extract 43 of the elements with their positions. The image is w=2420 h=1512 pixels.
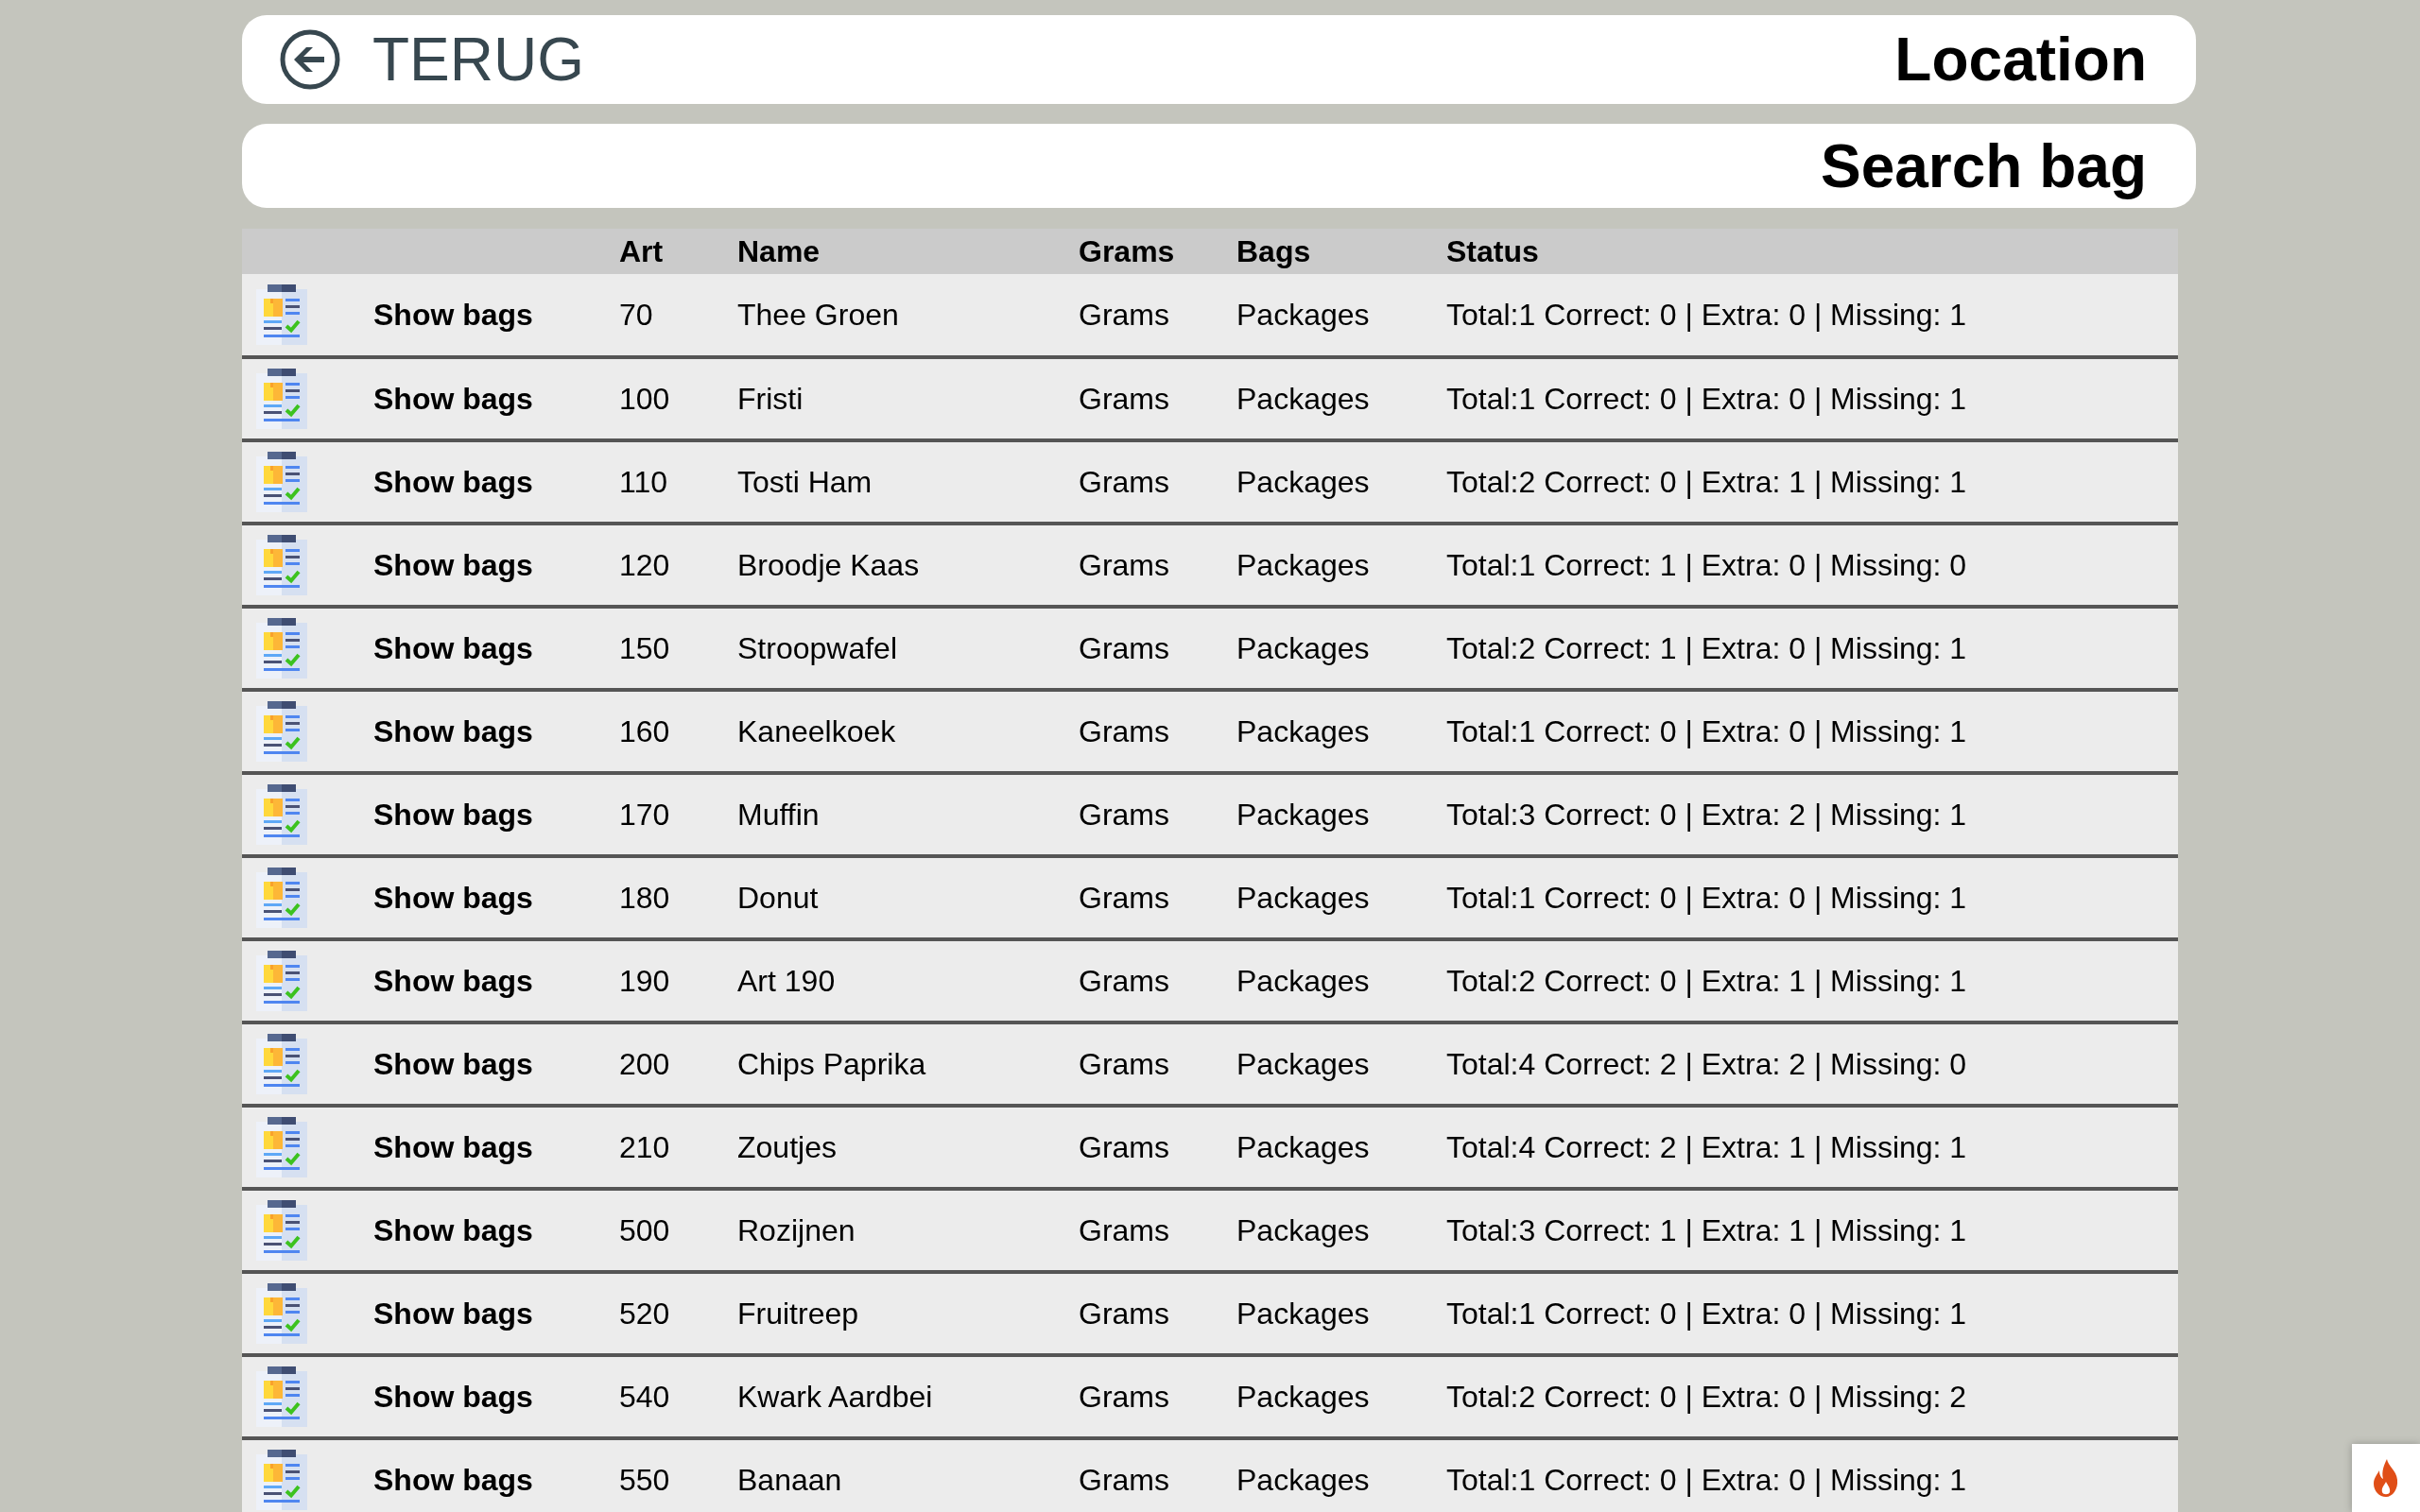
show-bags-link[interactable]: Show bags <box>373 1380 533 1414</box>
clipboard-check-icon <box>256 284 307 345</box>
clipboard-check-icon <box>256 1200 307 1261</box>
show-bags-link[interactable]: Show bags <box>373 382 533 416</box>
table-cell: Packages <box>1222 1438 1432 1512</box>
show-bags-link[interactable]: Show bags <box>373 714 533 748</box>
show-bags-link[interactable]: Show bags <box>373 1213 533 1247</box>
show-bags-link[interactable]: Show bags <box>373 1463 533 1497</box>
clipboard-check-icon <box>256 951 307 1011</box>
clipboard-check-icon <box>256 1366 307 1427</box>
table-cell: 550 <box>605 1438 723 1512</box>
clipboard-check-icon <box>256 1117 307 1177</box>
show-bags-link[interactable]: Show bags <box>373 1047 533 1081</box>
table-cell: Total:1 Correct: 0 | Extra: 0 | Missing: 1 <box>1432 1438 2178 1512</box>
column-header: Name <box>723 229 1064 274</box>
clipboard-check-icon <box>256 452 307 512</box>
column-header: Art <box>605 229 723 274</box>
show-bags-link[interactable]: Show bags <box>373 798 533 832</box>
clipboard-check-icon <box>256 535 307 595</box>
clipboard-check-icon <box>256 784 307 845</box>
back-link[interactable]: TERUG <box>280 29 584 90</box>
flame-icon[interactable] <box>2352 1444 2420 1512</box>
show-bags-link[interactable]: Show bags <box>373 465 533 499</box>
clipboard-check-icon <box>256 1283 307 1344</box>
page-title: Location <box>1894 29 2147 90</box>
show-bags-link[interactable]: Show bags <box>373 631 533 665</box>
show-bags-link[interactable]: Show bags <box>373 548 533 582</box>
show-bags-link[interactable]: Show bags <box>373 1130 533 1164</box>
column-header: Bags <box>1222 229 1432 274</box>
show-bags-link[interactable]: Show bags <box>373 1297 533 1331</box>
clipboard-check-icon <box>256 701 307 762</box>
show-bags-link[interactable]: Show bags <box>373 298 533 332</box>
clipboard-check-icon <box>256 369 307 429</box>
show-bags-link[interactable]: Show bags <box>373 964 533 998</box>
column-header: Status <box>1432 229 2178 274</box>
table-cell: Banaan <box>723 1438 1064 1512</box>
clipboard-check-icon <box>256 1450 307 1510</box>
show-bags-link[interactable]: Show bags <box>373 881 533 915</box>
table-cell: Grams <box>1064 1438 1222 1512</box>
column-header: Grams <box>1064 229 1222 274</box>
clipboard-check-icon <box>256 1034 307 1094</box>
clipboard-check-icon <box>256 868 307 928</box>
clipboard-check-icon <box>256 618 307 679</box>
